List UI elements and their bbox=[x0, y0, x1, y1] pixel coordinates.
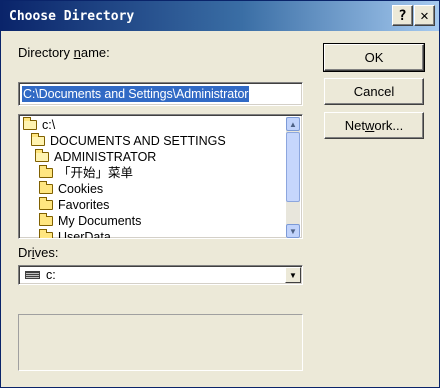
chevron-down-icon: ▼ bbox=[289, 226, 297, 236]
chevron-down-icon: ▼ bbox=[289, 270, 297, 280]
scroll-down-button[interactable]: ▼ bbox=[286, 224, 300, 238]
directory-tree[interactable]: c:\ DOCUMENTS AND SETTINGS ADMINISTRATOR… bbox=[18, 114, 303, 239]
drives-selected: c: bbox=[25, 268, 56, 282]
help-icon: ? bbox=[398, 7, 407, 24]
tree-item-documents-and-settings[interactable]: DOCUMENTS AND SETTINGS bbox=[31, 133, 226, 149]
drives-dropdown-button[interactable]: ▼ bbox=[285, 267, 301, 283]
tree-item-userdata[interactable]: UserData bbox=[39, 229, 111, 238]
network-button[interactable]: Net w ork... bbox=[324, 112, 424, 139]
directory-name-label: Directory name: bbox=[18, 45, 110, 60]
folder-icon bbox=[39, 165, 53, 178]
info-panel bbox=[18, 314, 303, 371]
folder-icon bbox=[39, 197, 53, 210]
tree-item-favorites[interactable]: Favorites bbox=[39, 197, 109, 213]
tree-item-c-root[interactable]: c:\ bbox=[23, 117, 55, 133]
window-title: Choose Directory bbox=[9, 9, 135, 24]
title-bar[interactable]: Choose Directory ? ✕ bbox=[1, 1, 439, 31]
open-folder-icon bbox=[31, 133, 45, 146]
open-folder-icon bbox=[35, 149, 49, 162]
hard-drive-icon bbox=[25, 271, 40, 279]
close-button[interactable]: ✕ bbox=[414, 5, 435, 26]
drives-select[interactable]: c: ▼ bbox=[18, 265, 303, 285]
directory-name-value: C:\Documents and Settings\Administrator bbox=[22, 86, 250, 102]
ok-button[interactable]: OK bbox=[323, 43, 425, 72]
open-folder-icon bbox=[23, 117, 37, 130]
directory-name-input[interactable]: C:\Documents and Settings\Administrator bbox=[18, 82, 303, 106]
help-button[interactable]: ? bbox=[392, 5, 413, 26]
drives-label: Drives: bbox=[18, 245, 59, 260]
scroll-up-button[interactable]: ▲ bbox=[286, 117, 300, 131]
folder-icon bbox=[39, 213, 53, 226]
chevron-up-icon: ▲ bbox=[289, 119, 297, 129]
tree-item-cookies[interactable]: Cookies bbox=[39, 181, 103, 197]
folder-icon bbox=[39, 181, 53, 194]
tree-item-start-menu[interactable]: 「开始」菜单 bbox=[39, 165, 133, 181]
scrollbar-thumb[interactable] bbox=[286, 132, 300, 202]
tree-item-my-documents[interactable]: My Documents bbox=[39, 213, 141, 229]
tree-item-administrator[interactable]: ADMINISTRATOR bbox=[35, 149, 156, 165]
folder-icon bbox=[39, 229, 53, 238]
cancel-button[interactable]: Cancel bbox=[324, 78, 424, 105]
choose-directory-dialog: Choose Directory ? ✕ Directory name: C:\… bbox=[0, 0, 440, 388]
close-icon: ✕ bbox=[420, 7, 429, 24]
tree-scrollbar[interactable]: ▲ ▼ bbox=[286, 117, 300, 238]
